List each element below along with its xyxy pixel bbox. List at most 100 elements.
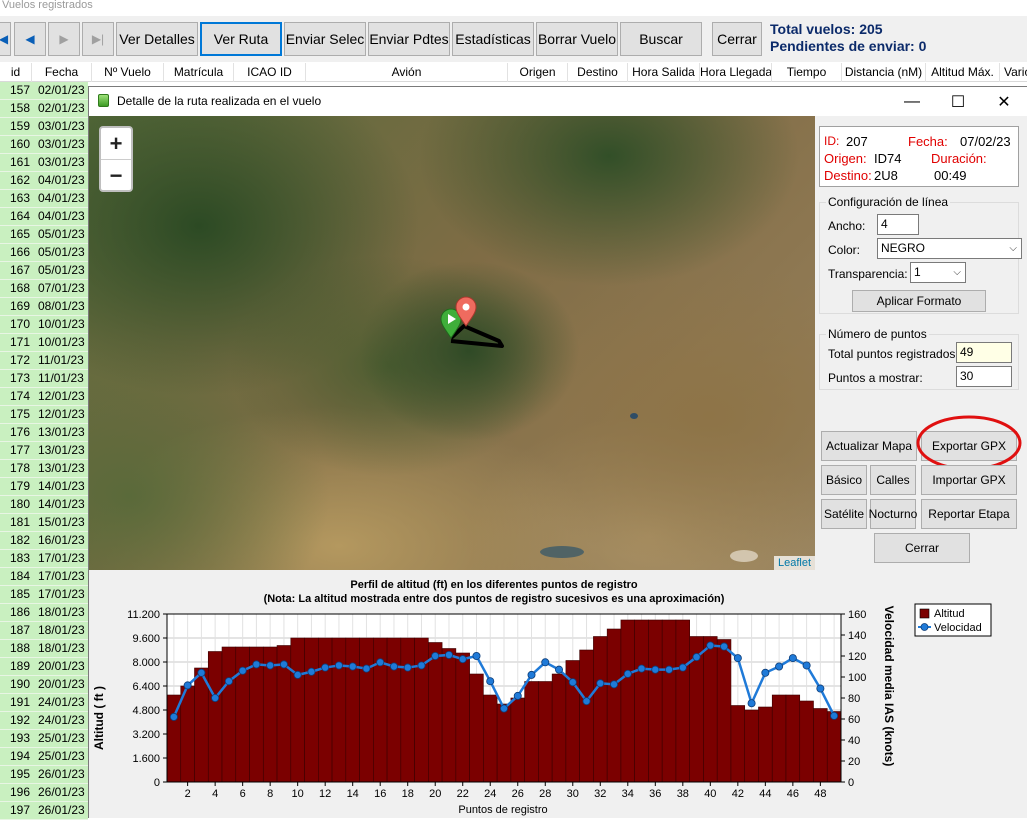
x-tick-label: 36 [649,788,661,800]
actualizar-mapa-button[interactable]: Actualizar Mapa [821,431,917,461]
puntos-mostrar-input[interactable]: 30 [956,366,1012,387]
importar-gpx-button[interactable]: Importar GPX [921,465,1017,495]
col-header-destino[interactable]: Destino [568,63,628,82]
nav-next-button[interactable]: ▶ [48,22,80,56]
col-header-hora-salida[interactable]: Hora Salida [628,63,700,82]
ver-ruta-button[interactable]: Ver Ruta [200,22,282,56]
basico-button[interactable]: Básico [821,465,867,495]
table-row[interactable]: 174 12/01/23 [0,388,88,406]
calles-button[interactable]: Calles [870,465,916,495]
row-id-cell: 170 [9,317,30,331]
salt-flat-shape [730,550,758,562]
table-row[interactable]: 178 13/01/23 [0,460,88,478]
zoom-in-button[interactable]: + [101,128,131,159]
table-row[interactable]: 167 05/01/23 [0,262,88,280]
table-row[interactable]: 177 13/01/23 [0,442,88,460]
table-row[interactable]: 194 25/01/23 [0,748,88,766]
table-row[interactable]: 183 17/01/23 [0,550,88,568]
satelite-button[interactable]: Satélite [821,499,867,529]
col-header-tiempo[interactable]: Tiempo [772,63,842,82]
table-row[interactable]: 192 24/01/23 [0,712,88,730]
table-row[interactable]: 171 10/01/23 [0,334,88,352]
table-row[interactable]: 176 13/01/23 [0,424,88,442]
table-row[interactable]: 181 15/01/23 [0,514,88,532]
route-line[interactable] [449,324,504,348]
col-header-icao-id[interactable]: ICAO ID [234,63,306,82]
table-row[interactable]: 165 05/01/23 [0,226,88,244]
table-row[interactable]: 185 17/01/23 [0,586,88,604]
minimize-button[interactable]: — [889,87,935,116]
dialog-titlebar[interactable]: Detalle de la ruta realizada en el vuelo… [89,87,1027,116]
speed-point [266,661,275,670]
ancho-input[interactable]: 4 [877,214,919,235]
cerrar-dialog-button[interactable]: Cerrar [874,533,970,563]
col-header-matricula[interactable]: Matrícula [164,63,234,82]
table-row[interactable]: 168 07/01/23 [0,280,88,298]
col-header-vario[interactable]: Vario [1000,63,1027,82]
close-dialog-button[interactable]: ✕ [981,87,1027,116]
enviar-pdtes-button[interactable]: Enviar Pdtes [368,22,450,56]
y2-tick-label: 160 [848,609,866,621]
estadisticas-button[interactable]: Estadísticas [452,22,534,56]
zoom-out-button[interactable]: − [101,160,131,191]
table-row[interactable]: 179 14/01/23 [0,478,88,496]
col-header-avion[interactable]: Avión [306,63,508,82]
table-row[interactable]: 184 17/01/23 [0,568,88,586]
table-row[interactable]: 163 04/01/23 [0,190,88,208]
reportar-etapa-button[interactable]: Reportar Etapa [921,499,1017,529]
maximize-button[interactable]: ☐ [935,87,981,116]
altitude-bar [359,637,374,783]
color-select[interactable]: NEGRO ⌵ [877,238,1022,259]
nav-first-button[interactable]: ◀ [0,22,11,56]
destino-label: Destino: [824,168,872,183]
col-header-hora-llegada[interactable]: Hora Llegada [700,63,772,82]
col-header-distancia[interactable]: Distancia (nM) [842,63,926,82]
table-row[interactable]: 164 04/01/23 [0,208,88,226]
table-row[interactable]: 189 20/01/23 [0,658,88,676]
col-header-origen[interactable]: Origen [508,63,568,82]
col-header-altitud-max[interactable]: Altitud Máx. [926,63,1000,82]
table-row[interactable]: 196 26/01/23 [0,784,88,802]
table-row[interactable]: 159 03/01/23 [0,118,88,136]
table-row[interactable]: 175 12/01/23 [0,406,88,424]
table-row[interactable]: 158 02/01/23 [0,100,88,118]
table-row[interactable]: 188 18/01/23 [0,640,88,658]
table-row[interactable]: 162 04/01/23 [0,172,88,190]
col-header-id[interactable]: id [0,63,32,82]
total-puntos-label: Total puntos registrados: [828,347,959,361]
table-row[interactable]: 160 03/01/23 [0,136,88,154]
table-row[interactable]: 191 24/01/23 [0,694,88,712]
col-header-num-vuelo[interactable]: Nº Vuelo [92,63,164,82]
transparencia-select[interactable]: 1 ⌵ [910,262,966,283]
altitude-bar [483,694,498,783]
borrar-vuelo-button[interactable]: Borrar Vuelo [536,22,618,56]
table-row[interactable]: 197 26/01/23 [0,802,88,820]
table-row[interactable]: 169 08/01/23 [0,298,88,316]
nav-prev-button[interactable]: ◀ [14,22,46,56]
table-row[interactable]: 190 20/01/23 [0,676,88,694]
table-row[interactable]: 187 18/01/23 [0,622,88,640]
col-header-fecha[interactable]: Fecha [32,63,92,82]
ver-detalles-button[interactable]: Ver Detalles [116,22,198,56]
table-row[interactable]: 195 26/01/23 [0,766,88,784]
table-row[interactable]: 193 25/01/23 [0,730,88,748]
table-row[interactable]: 170 10/01/23 [0,316,88,334]
table-row[interactable]: 173 11/01/23 [0,370,88,388]
aplicar-formato-button[interactable]: Aplicar Formato [852,290,986,312]
enviar-selec-button[interactable]: Enviar Selec [284,22,366,56]
table-row[interactable]: 157 02/01/23 [0,82,88,100]
route-map[interactable]: + − Leaflet [89,116,815,570]
table-row[interactable]: 186 18/01/23 [0,604,88,622]
speed-point [279,660,288,669]
table-row[interactable]: 180 14/01/23 [0,496,88,514]
table-row[interactable]: 161 03/01/23 [0,154,88,172]
cerrar-main-button[interactable]: Cerrar [712,22,762,56]
table-row[interactable]: 182 16/01/23 [0,532,88,550]
x-tick-label: 42 [732,788,744,800]
buscar-button[interactable]: Buscar [620,22,702,56]
table-row[interactable]: 166 05/01/23 [0,244,88,262]
nocturno-button[interactable]: Nocturno [869,499,917,529]
table-row[interactable]: 172 11/01/23 [0,352,88,370]
nav-last-button[interactable]: ▶| [82,22,114,56]
leaflet-attribution-link[interactable]: Leaflet [773,556,815,570]
